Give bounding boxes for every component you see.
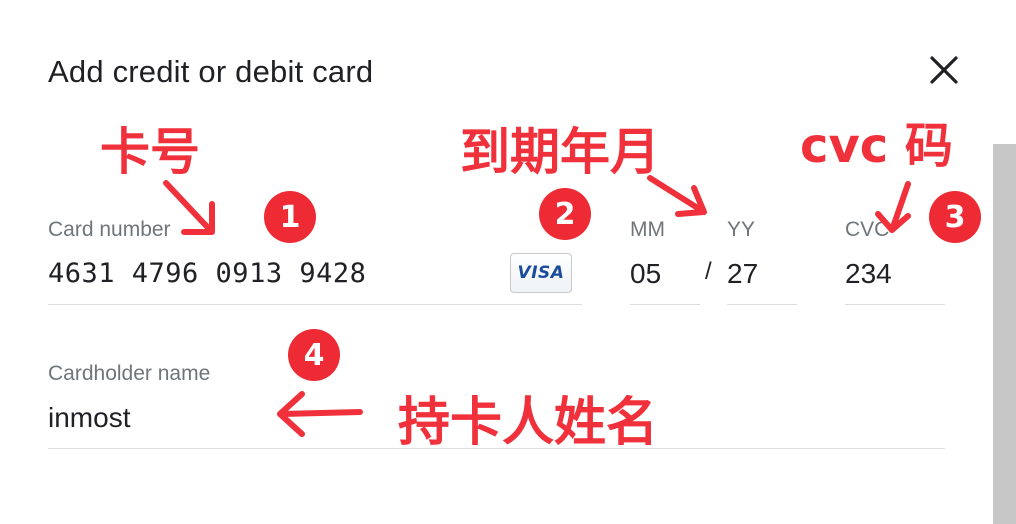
arrow-cvc xyxy=(875,181,911,233)
arrow-card-number xyxy=(163,180,215,235)
arrow-expiry xyxy=(647,175,707,217)
arrow-cardholder xyxy=(277,391,363,437)
annotation-arrows xyxy=(163,175,911,437)
add-card-dialog: Add credit or debit card Card number 463… xyxy=(0,0,1016,524)
